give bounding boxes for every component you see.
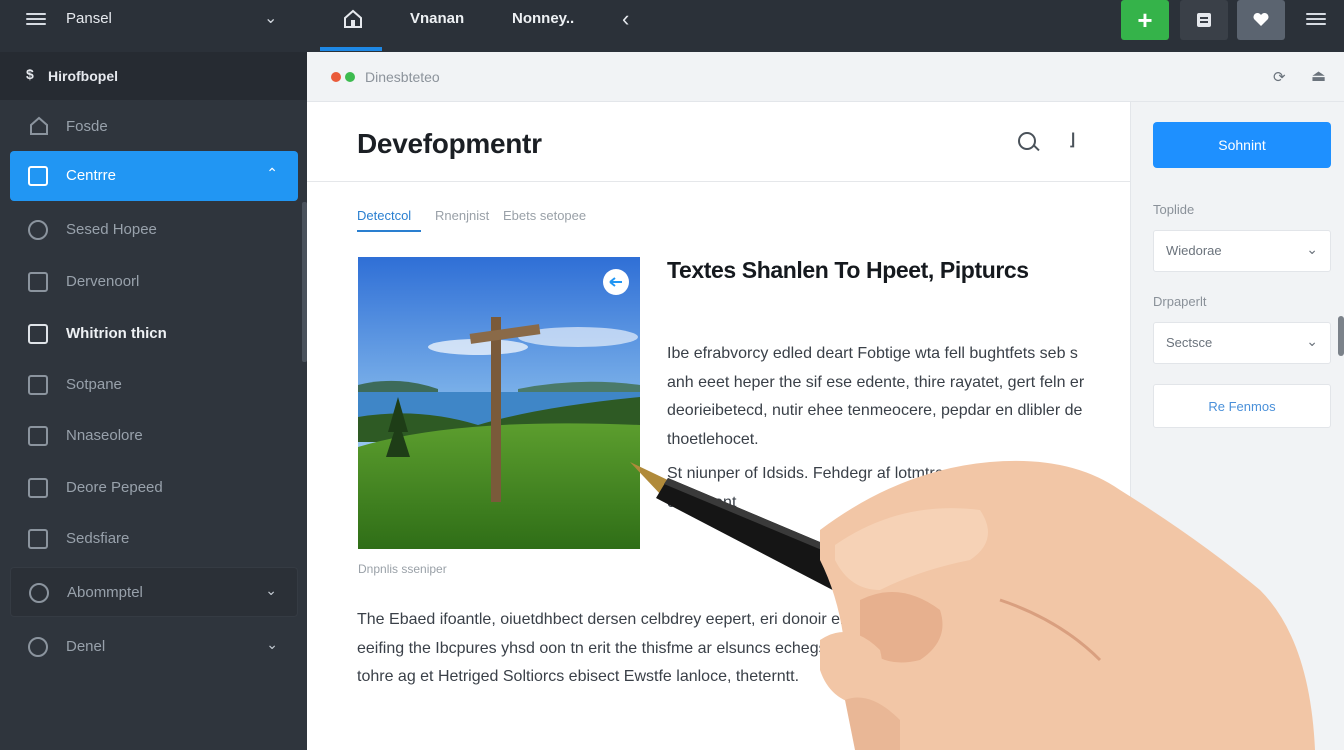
sidebar-item-label: Sotpane [66, 376, 122, 393]
grid-icon [28, 426, 48, 446]
main-area: Dinesbteteo ⟳ ⏏ Devefopmentr ⌋ Detectcol… [307, 52, 1344, 750]
sidebar-item-sesed-hopee[interactable]: Sesed Hopee [10, 205, 298, 255]
home-icon [30, 116, 48, 135]
add-button[interactable]: + [1121, 0, 1169, 40]
tab-vnanan[interactable]: Vnanan [410, 10, 464, 27]
favorite-button[interactable] [1237, 0, 1285, 40]
sidebar-item-label: Fosde [66, 118, 108, 135]
eject-icon[interactable]: ⏏ [1311, 66, 1326, 86]
sidebar-item-label: Sedsfiare [66, 530, 130, 547]
sidebar-item-label: Dervenoorl [66, 273, 140, 290]
sidebar-item-sedsfiare[interactable]: Sedsfiare [10, 514, 298, 564]
chevron-up-icon: ⌃ [266, 165, 278, 181]
article-title: Textes Shanlen To Hpeet, Pipturcs [667, 257, 1029, 283]
gear-icon [28, 637, 48, 657]
document-button[interactable] [1180, 0, 1228, 40]
chevron-down-icon: ⌄ [265, 582, 277, 598]
top-bar: Pansel ⌄ Vnanan Nonney.. ‹ + [0, 0, 1344, 52]
status-dot-green [345, 72, 355, 82]
sidebar-item-label: Denel [66, 638, 106, 655]
home-icon[interactable] [342, 8, 364, 30]
lower-paragraph: The Ebaed ifoantle, oiuetdhbect dersen c… [357, 611, 897, 685]
select-value: Wiedorae [1166, 243, 1222, 258]
top-bar-left: Pansel ⌄ [0, 0, 307, 52]
square-icon [28, 272, 48, 292]
article-body-continued: St niunper of Idsids. Fehdegr af lotmtre… [667, 465, 1024, 511]
sidebar-item-label: Deore Pepeed [66, 479, 163, 496]
field-label-1: Toplide [1153, 202, 1195, 217]
page-title: Devefopmentr [357, 128, 542, 159]
sidebar-item-dervenoorl[interactable]: Dervenoorl [10, 257, 298, 307]
list-icon [28, 375, 48, 395]
document-icon [1197, 13, 1211, 27]
sidebar-item-label: Centrre [66, 167, 117, 184]
sidebar-item-nnaseolore[interactable]: Nnaseolore [10, 411, 298, 461]
page-header: Devefopmentr ⌋ [307, 102, 1130, 182]
hamburger-menu-icon[interactable] [26, 10, 46, 30]
table-icon [28, 478, 48, 498]
sidebar-item-label: Whitrion thicn [66, 325, 167, 342]
sidebar-item-label: Abommptel [67, 584, 143, 601]
menu-icon[interactable] [1306, 10, 1326, 30]
chevron-down-icon: ⌄ [1306, 333, 1318, 349]
sidebar-header: $ Hirofbopel [0, 52, 307, 100]
select-value: Sectsce [1166, 335, 1213, 350]
select-field-1[interactable]: Wiedorae ⌄ [1153, 230, 1331, 272]
sidebar-item-whitrion-thicn[interactable]: Whitrion thicn [10, 309, 298, 359]
content-card: Devefopmentr ⌋ Detectcol Rnenjnist Ebets… [307, 102, 1130, 750]
circle-icon [28, 220, 48, 240]
select-field-2[interactable]: Sectsce ⌄ [1153, 322, 1331, 364]
chevron-down-icon[interactable]: ⌄ [264, 8, 277, 28]
article-body: Ibe efrabvorcy edled deart Fobtige wta f… [667, 345, 1085, 448]
globe-icon [29, 583, 49, 603]
active-tab-underline [357, 230, 421, 232]
sidebar-item-fosde[interactable]: Fosde [10, 102, 298, 152]
layout-icon [28, 166, 48, 186]
article-image[interactable] [358, 257, 640, 549]
filter-icon [28, 529, 48, 549]
breadcrumb-bar: Dinesbteteo ⟳ ⏏ [307, 52, 1344, 102]
search-icon[interactable] [1018, 132, 1036, 150]
active-tab-indicator [320, 47, 382, 51]
chevron-down-icon: ⌄ [266, 636, 278, 652]
plus-icon: + [1137, 4, 1153, 35]
refresh-icon[interactable]: ⟳ [1273, 68, 1286, 86]
building-icon [28, 324, 48, 344]
sidebar-item-deore-pepeed[interactable]: Deore Pepeed [10, 463, 298, 513]
sidebar: $ Hirofbopel Fosde Centrre ⌃ Sesed Hopee… [0, 52, 307, 750]
sidebar-item-denel[interactable]: Denel ⌄ [10, 622, 298, 672]
sidebar-item-sotpane[interactable]: Sotpane [10, 360, 298, 410]
sidebar-item-label: Nnaseolore [66, 427, 143, 444]
tab-ebets-setopee[interactable]: Ebets setopee [503, 208, 586, 223]
sidebar-item-abommptel[interactable]: Abommptel ⌄ [10, 567, 298, 617]
right-panel: Sohnint Toplide Wiedorae ⌄ Drpaperlt Sec… [1130, 102, 1344, 750]
sidebar-header-label: Hirofbopel [48, 68, 118, 84]
breadcrumb[interactable]: Dinesbteteo [365, 69, 440, 85]
sidebar-item-label: Sesed Hopee [66, 221, 157, 238]
submit-button[interactable]: Sohnint [1153, 122, 1331, 168]
app-title: Pansel [66, 10, 112, 27]
tab-nonney[interactable]: Nonney.. [512, 10, 574, 27]
image-caption: Dnpnlis sseniper [358, 562, 447, 576]
dollar-icon: $ [26, 66, 34, 82]
sidebar-item-centrre[interactable]: Centrre ⌃ [10, 151, 298, 201]
secondary-button[interactable]: Re Fenmos [1153, 384, 1331, 428]
tab-detectcol[interactable]: Detectcol [357, 208, 411, 223]
back-arrow-icon[interactable]: ‹ [622, 6, 629, 32]
tab-rnenjnist[interactable]: Rnenjnist [435, 208, 489, 223]
field-label-2: Drpaperlt [1153, 294, 1207, 309]
heart-icon [1253, 12, 1269, 26]
chevron-down-icon: ⌄ [1306, 241, 1318, 257]
right-scrollbar[interactable] [1338, 316, 1344, 356]
more-icon[interactable]: ⌋ [1069, 130, 1075, 150]
status-dot-red [331, 72, 341, 82]
